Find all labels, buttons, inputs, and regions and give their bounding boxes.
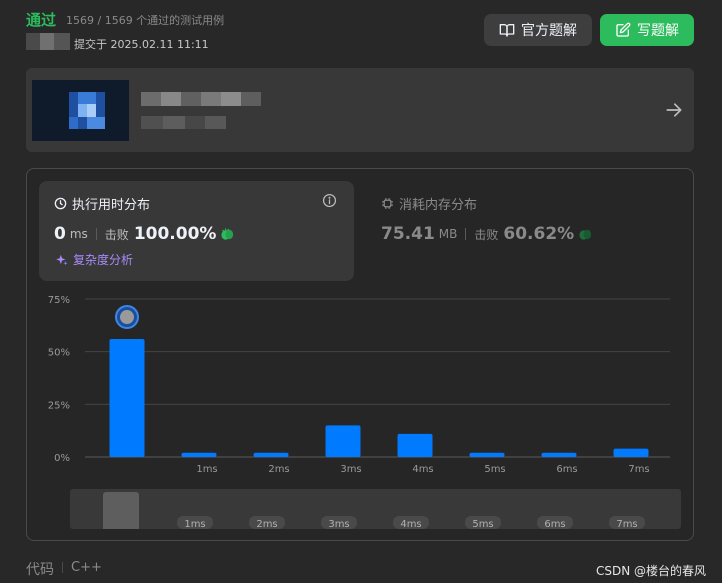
user-avatar-image bbox=[120, 310, 134, 325]
chart-bar bbox=[469, 452, 505, 457]
memory-beats-value: 60.62% bbox=[503, 224, 575, 244]
overview-label: 2ms bbox=[256, 519, 277, 529]
clapping-hands-icon bbox=[221, 228, 234, 240]
memory-value: 75.41 bbox=[381, 224, 435, 244]
edit-icon bbox=[616, 22, 631, 37]
chart-bar bbox=[109, 339, 145, 457]
overview-label: 4ms bbox=[400, 519, 421, 529]
clock-icon bbox=[54, 197, 67, 210]
testcase-count: 1569 / 1569 个通过的测试用例 bbox=[66, 14, 225, 27]
x-tick-label: 4ms bbox=[412, 464, 433, 475]
runtime-unit: ms bbox=[69, 227, 88, 241]
avatar[interactable] bbox=[26, 33, 70, 50]
submitted-time: 提交于 2025.02.11 11:11 bbox=[74, 38, 209, 51]
write-solution-label: 写题解 bbox=[637, 23, 679, 39]
book-open-icon bbox=[499, 24, 515, 37]
memory-beats-label: 击败 bbox=[474, 227, 499, 242]
y-tick-label: 75% bbox=[48, 295, 70, 306]
info-icon[interactable] bbox=[322, 193, 337, 208]
editorial-button[interactable]: 官方题解 bbox=[484, 14, 592, 46]
chip-icon bbox=[382, 198, 393, 209]
x-tick-label: 5ms bbox=[484, 464, 505, 475]
y-tick-label: 50% bbox=[48, 348, 70, 359]
runtime-title-text: 执行用时分布 bbox=[72, 198, 151, 213]
problem-subtitle-blurred bbox=[141, 116, 226, 129]
x-tick-label: 2ms bbox=[268, 464, 289, 475]
y-tick-label: 25% bbox=[48, 400, 70, 411]
submission-status: 通过 bbox=[26, 11, 57, 29]
runtime-beats-label: 击败 bbox=[104, 227, 129, 242]
code-label: 代码 bbox=[26, 562, 54, 578]
overview-label: 6ms bbox=[544, 519, 565, 529]
chart-bar bbox=[181, 452, 217, 457]
runtime-beats-value: 100.00% bbox=[133, 224, 217, 244]
y-tick-label: 0% bbox=[54, 453, 70, 464]
editorial-label: 官方题解 bbox=[521, 23, 577, 39]
complexity-label: 复杂度分析 bbox=[73, 253, 134, 267]
divider bbox=[62, 562, 63, 573]
chart-bar bbox=[325, 425, 361, 457]
memory-unit: MB bbox=[438, 227, 458, 241]
divider bbox=[95, 228, 97, 240]
overview-label: 1ms bbox=[184, 519, 205, 529]
memory-tab[interactable]: 消耗内存分布 bbox=[381, 194, 477, 213]
arrow-right-icon[interactable] bbox=[664, 100, 684, 120]
watermark: CSDN @楼台的春风 bbox=[596, 564, 707, 578]
runtime-distribution-chart: 75% 50% 25% 0% 1ms 2ms 3ms 4ms 5ms 6ms 7ms bbox=[48, 295, 670, 475]
overview-label: 7ms bbox=[616, 519, 637, 529]
range-overview-labels: 1ms 2ms 3ms 4ms 5ms 6ms 7ms bbox=[177, 516, 645, 529]
x-tick-label: 6ms bbox=[556, 464, 577, 475]
sparkle-icon bbox=[56, 254, 68, 265]
x-tick-label: 1ms bbox=[196, 464, 217, 475]
problem-title-blurred bbox=[141, 92, 261, 106]
chart-bar bbox=[541, 452, 577, 457]
x-tick-label: 3ms bbox=[340, 464, 361, 475]
overview-label: 5ms bbox=[472, 519, 493, 529]
overview-label: 3ms bbox=[328, 519, 349, 529]
chart-bar bbox=[613, 448, 649, 457]
memory-title-text: 消耗内存分布 bbox=[399, 198, 478, 213]
runtime-title: 执行用时分布 bbox=[54, 194, 150, 213]
clapping-hands-icon bbox=[579, 229, 592, 240]
memory-metric: 75.41 MB 击败 60.62% bbox=[381, 224, 593, 244]
runtime-value: 0 bbox=[54, 224, 66, 244]
problem-thumbnail bbox=[32, 80, 129, 141]
chart-bar bbox=[253, 452, 289, 457]
complexity-analysis-link[interactable]: 复杂度分析 bbox=[55, 251, 133, 268]
language-label[interactable]: C++ bbox=[71, 560, 102, 575]
x-tick-label: 7ms bbox=[628, 464, 649, 475]
runtime-metric: 0 ms 击败 100.00% bbox=[54, 224, 235, 244]
divider bbox=[465, 228, 467, 240]
write-solution-button[interactable]: 写题解 bbox=[600, 14, 694, 46]
chart-bar bbox=[397, 433, 433, 457]
